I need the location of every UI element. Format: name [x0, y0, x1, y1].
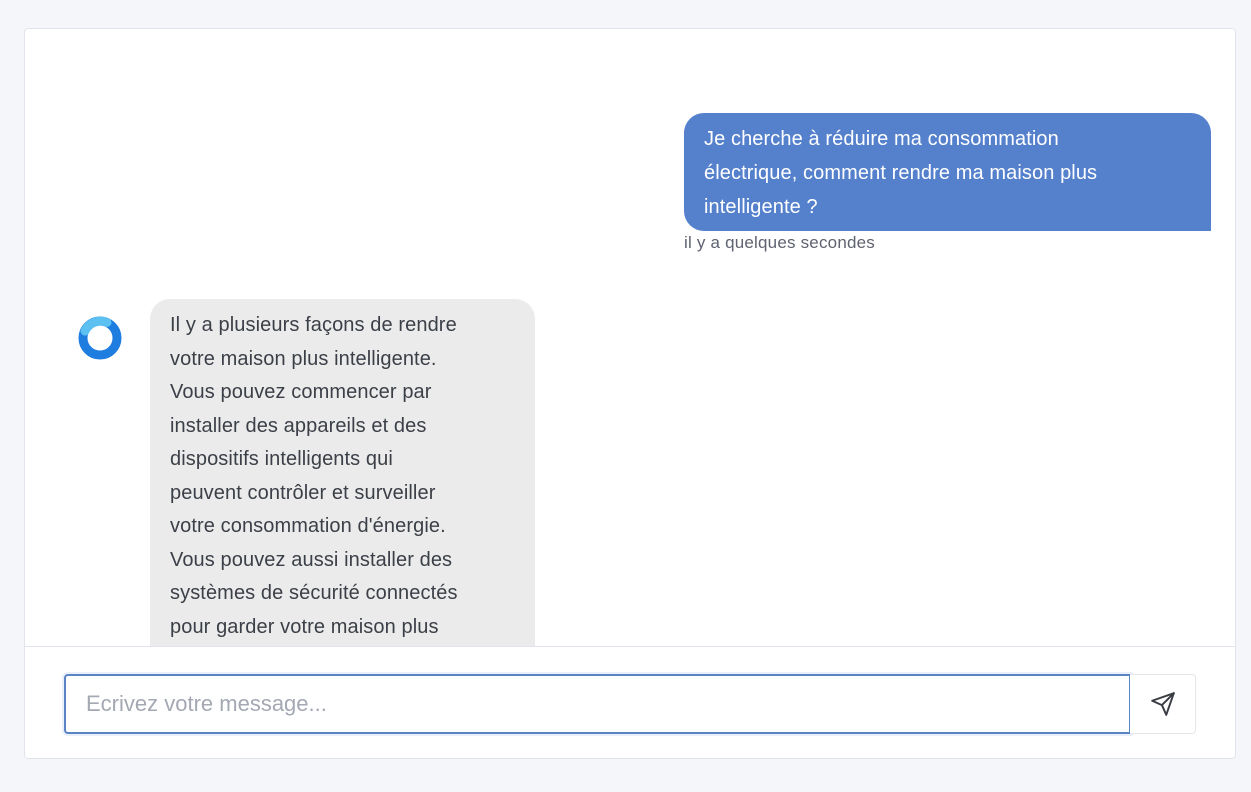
send-icon	[1150, 692, 1175, 716]
assistant-message-line: votre maison plus intelligente.	[170, 347, 437, 370]
assistant-message-line: Il y a plusieurs façons de rendre	[170, 314, 457, 336]
assistant-message-line: installer des appareils et des	[170, 414, 427, 437]
assistant-message-line: Vous pouvez aussi installer des	[170, 548, 453, 571]
assistant-message-line: systèmes de sécurité connectés	[170, 582, 458, 604]
assistant-message-line: peuvent contrôler et surveiller	[170, 481, 436, 504]
message-composer	[25, 646, 1235, 758]
user-message-bubble: Je cherche à réduire ma consommation éle…	[684, 113, 1211, 231]
assistant-message-bubble: Il y a plusieurs façons de rendre votre …	[150, 299, 535, 646]
assistant-message-line: dispositifs intelligents qui	[170, 448, 393, 470]
message-input[interactable]	[64, 674, 1131, 734]
assistant-message-line: pour garder votre maison plus	[170, 615, 439, 638]
user-message-line: Je cherche à réduire ma consommation	[704, 128, 1059, 150]
chat-window: Je cherche à réduire ma consommation éle…	[24, 28, 1236, 759]
user-message-line: électrique, comment rendre ma maison plu…	[704, 162, 1098, 184]
assistant-message-line: Vous pouvez commencer par	[170, 381, 432, 403]
assistant-message-line: votre consommation d'énergie.	[170, 515, 446, 537]
message-list[interactable]: Je cherche à réduire ma consommation éle…	[25, 29, 1235, 646]
message-timestamp: il y a quelques secondes	[684, 233, 875, 252]
assistant-logo-icon	[75, 313, 125, 363]
user-message-line: intelligente ?	[704, 196, 818, 218]
send-button[interactable]	[1130, 674, 1196, 734]
